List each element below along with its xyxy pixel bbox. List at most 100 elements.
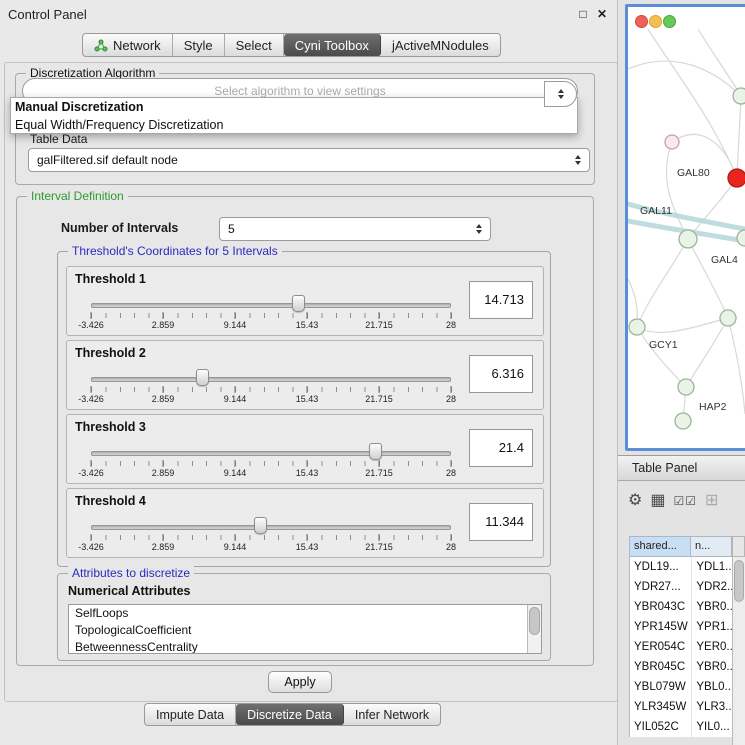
table-cell[interactable]: YBR043C — [630, 597, 691, 617]
threshold-slider[interactable]: -3.426 2.859 9.144 15.43 21.715 28 — [91, 513, 451, 557]
threshold-slider[interactable]: -3.426 2.859 9.144 15.43 21.715 28 — [91, 365, 451, 409]
network-view-window[interactable]: GAL80 GAL11 GAL4 GCY1 HAP2 — [625, 4, 745, 451]
tab-network[interactable]: Network — [83, 34, 173, 56]
list-scrollbar[interactable] — [527, 605, 541, 653]
list-item[interactable]: TopologicalCoefficient — [69, 622, 541, 639]
number-of-intervals-combobox[interactable]: 5 — [219, 217, 491, 241]
network-node-selected[interactable] — [728, 169, 745, 187]
mac-minimize-icon[interactable] — [649, 15, 662, 28]
column-header[interactable]: n... — [691, 536, 732, 557]
float-window-icon[interactable]: □ — [575, 6, 591, 22]
table-cell[interactable]: YBL0... — [691, 677, 732, 697]
table-cell[interactable]: YER054C — [630, 637, 691, 657]
mac-close-icon[interactable] — [635, 15, 648, 28]
tab-impute-data[interactable]: Impute Data — [145, 704, 236, 725]
tab-style[interactable]: Style — [173, 34, 225, 56]
panel-title: Control Panel — [8, 7, 87, 22]
threshold-value-field[interactable]: 21.4 — [469, 429, 533, 467]
add-column-icon[interactable]: ⊞ — [705, 490, 718, 512]
table-row[interactable]: YLR345W YLR3... — [630, 697, 732, 717]
tab-discretize-data[interactable]: Discretize Data — [236, 704, 344, 725]
list-item[interactable]: BetweennessCentrality — [69, 639, 541, 654]
network-node[interactable] — [679, 230, 697, 248]
threshold-value-field[interactable]: 14.713 — [469, 281, 533, 319]
slider-track[interactable] — [91, 525, 451, 530]
network-node[interactable] — [629, 319, 645, 335]
table-cell[interactable]: YBR045C — [630, 657, 691, 677]
slider-thumb[interactable] — [254, 517, 267, 534]
table-row[interactable]: YBL079W YBL0... — [630, 677, 732, 697]
table-cell[interactable]: YBL079W — [630, 677, 691, 697]
tab-cyni-toolbox[interactable]: Cyni Toolbox — [284, 34, 381, 56]
node-label: GAL4 — [711, 254, 738, 266]
select-rows-icon[interactable]: ☑☑ — [673, 490, 697, 512]
threshold-value-field[interactable]: 11.344 — [469, 503, 533, 541]
table-row[interactable]: YIL052C YIL0... — [630, 717, 732, 737]
table-row[interactable]: YDL19... YDL1... — [630, 557, 732, 577]
slider-track[interactable] — [91, 377, 451, 382]
table-cell[interactable]: YIL052C — [630, 717, 691, 737]
table-cell[interactable]: YBR0... — [691, 597, 732, 617]
table-cell[interactable]: YLR345W — [630, 697, 691, 717]
table-cell[interactable]: YDR2... — [691, 577, 732, 597]
slider-track[interactable] — [91, 303, 451, 308]
table-scrollbar[interactable] — [732, 557, 745, 745]
table-cell[interactable]: YLR3... — [691, 697, 732, 717]
apply-button[interactable]: Apply — [268, 671, 332, 693]
algorithm-dropdown-list: Manual Discretization Equal Width/Freque… — [10, 97, 578, 134]
tab-infer-network[interactable]: Infer Network — [344, 704, 440, 725]
tick-label: 2.859 — [152, 542, 175, 552]
threshold-slider[interactable]: -3.426 2.859 9.144 15.43 21.715 28 — [91, 291, 451, 335]
table-data-combobox[interactable]: galFiltered.sif default node — [28, 148, 590, 172]
gear-icon[interactable]: ⚙ — [628, 490, 642, 512]
algorithm-combobox-button[interactable] — [544, 81, 577, 107]
network-node[interactable] — [737, 230, 745, 246]
scrollbar-thumb[interactable] — [529, 607, 540, 635]
tick-label: 9.144 — [224, 542, 247, 552]
table-cell[interactable]: YBR0... — [691, 657, 732, 677]
tab-jactivemnodules[interactable]: jActiveMNodules — [381, 34, 500, 56]
network-node[interactable] — [733, 88, 745, 104]
scrollbar-thumb[interactable] — [734, 560, 744, 602]
mac-zoom-icon[interactable] — [663, 15, 676, 28]
network-node[interactable] — [665, 135, 679, 149]
network-node[interactable] — [675, 413, 691, 429]
tick-label: 28 — [446, 542, 456, 552]
table-cell[interactable]: YDR27... — [630, 577, 691, 597]
column-header[interactable]: shared... — [629, 536, 691, 557]
list-item[interactable]: SelfLoops — [69, 605, 541, 622]
threshold-slider[interactable]: -3.426 2.859 9.144 15.43 21.715 28 — [91, 439, 451, 483]
table-row[interactable]: YPR145W YPR1... — [630, 617, 732, 637]
table-row[interactable]: YDR27... YDR2... — [630, 577, 732, 597]
threshold-value-field[interactable]: 6.316 — [469, 355, 533, 393]
table-row[interactable]: YBR045C YBR0... — [630, 657, 732, 677]
columns-icon[interactable]: ▦ — [650, 490, 665, 512]
table-cell[interactable]: YDL1... — [691, 557, 732, 577]
numerical-attributes-list[interactable]: SelfLoops TopologicalCoefficient Between… — [68, 604, 542, 654]
table-header-corner — [732, 536, 745, 557]
threshold-panel: Threshold 1 -3.426 2.859 9.144 15.43 21.… — [66, 266, 544, 336]
table-cell[interactable]: YDL19... — [630, 557, 691, 577]
network-canvas[interactable]: GAL80 GAL11 GAL4 GCY1 HAP2 — [628, 29, 745, 449]
slider-track[interactable] — [91, 451, 451, 456]
node-label: GAL80 — [677, 167, 710, 179]
dropdown-option-manual-discretization[interactable]: Manual Discretization — [11, 98, 577, 116]
table-row[interactable]: YER054C YER0... — [630, 637, 732, 657]
network-node[interactable] — [678, 379, 694, 395]
tick-label: 2.859 — [152, 468, 175, 478]
close-icon[interactable]: ✕ — [594, 6, 610, 22]
slider-thumb[interactable] — [196, 369, 209, 386]
tab-select[interactable]: Select — [225, 34, 284, 56]
table-row[interactable]: YBR043C YBR0... — [630, 597, 732, 617]
table-cell[interactable]: YPR1... — [691, 617, 732, 637]
table-panel-header: Table Panel — [618, 455, 745, 481]
slider-thumb[interactable] — [292, 295, 305, 312]
table-cell[interactable]: YIL0... — [691, 717, 732, 737]
tick-label: 15.43 — [296, 542, 319, 552]
table-cell[interactable]: YER0... — [691, 637, 732, 657]
table-cell[interactable]: YPR145W — [630, 617, 691, 637]
slider-thumb[interactable] — [369, 443, 382, 460]
network-node[interactable] — [720, 310, 736, 326]
tick-label: 28 — [446, 468, 456, 478]
dropdown-option-equal-width[interactable]: Equal Width/Frequency Discretization — [11, 116, 577, 134]
